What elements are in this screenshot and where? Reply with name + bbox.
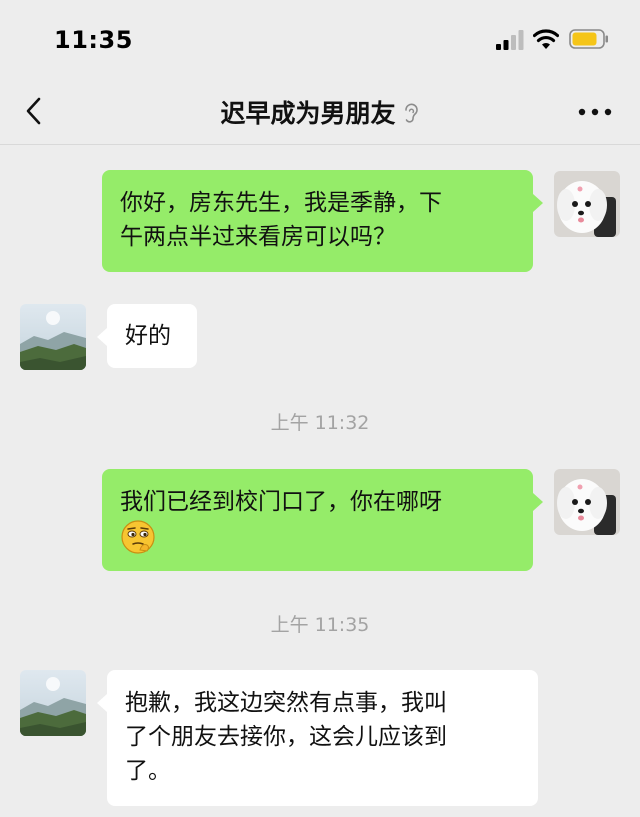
more-options-icon[interactable] [576, 102, 614, 122]
landscape-avatar[interactable] [20, 670, 86, 736]
message-line: 了个朋友去接你，这会儿应该到 [125, 724, 447, 750]
message-bubble-sent[interactable]: 我们已经到校门口了，你在哪呀 [102, 469, 543, 571]
message-line: 午两点半过来看房可以吗？ [120, 224, 396, 250]
message-line: 抱歉，我这边突然有点事，我叫 [125, 690, 447, 716]
white-dog-avatar[interactable] [554, 469, 620, 535]
message-line: 好的 [125, 323, 171, 349]
message-line: 你好，房东先生，我是季静，下 [120, 190, 442, 216]
cellular-signal-icon [496, 30, 524, 50]
title-wrap: 迟早成为男朋友 [0, 80, 640, 144]
wifi-icon [533, 29, 559, 49]
thinking-face-emoji [121, 520, 155, 554]
battery-icon [569, 29, 608, 49]
timestamp: 上午 11:35 [270, 614, 370, 636]
message-bubble-received[interactable]: 好的 [97, 304, 197, 368]
message-bubble-received[interactable]: 抱歉，我这边突然有点事，我叫 了个朋友去接你，这会儿应该到 了。 [97, 670, 538, 806]
white-dog-avatar[interactable] [554, 171, 620, 237]
chat-header: 迟早成为男朋友 [0, 80, 640, 145]
message-bubble-sent[interactable]: 你好，房东先生，我是季静，下 午两点半过来看房可以吗？ [102, 170, 543, 272]
ear-mode-icon [404, 103, 418, 123]
status-time: 11:35 [54, 26, 133, 54]
chat-title: 迟早成为男朋友 [220, 99, 396, 128]
message-line: 了。 [125, 758, 171, 784]
landscape-avatar[interactable] [20, 304, 86, 370]
status-bar: 11:35 [0, 0, 640, 80]
message-line: 我们已经到校门口了，你在哪呀 [120, 489, 442, 515]
timestamp: 上午 11:32 [270, 412, 370, 434]
